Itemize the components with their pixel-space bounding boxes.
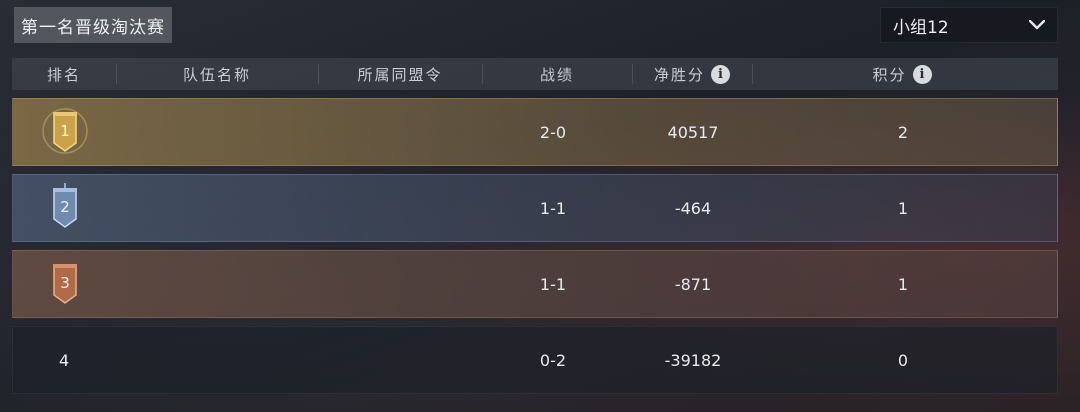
header-team-name-label: 队伍名称	[182, 65, 251, 84]
team-name-cell	[117, 175, 319, 241]
header-alliance-label: 所属同盟令	[357, 65, 443, 84]
header-record-label: 战绩	[539, 65, 574, 84]
table-row[interactable]: 3 1-1 -871 1	[12, 250, 1058, 318]
group-select[interactable]: 小组12	[880, 7, 1058, 43]
net-score-info-icon[interactable]: i	[711, 64, 730, 84]
points-cell: 1	[897, 274, 909, 294]
chevron-down-icon	[1029, 20, 1045, 30]
table-row[interactable]: 2 1-1 -464 1	[12, 174, 1058, 242]
silver-medal-icon: 2	[53, 183, 77, 228]
record-cell: 1-1	[539, 198, 567, 218]
rank-cell: 2	[13, 175, 117, 241]
header-team-name: 队伍名称	[116, 58, 318, 90]
points-cell: 1	[897, 198, 909, 218]
alliance-cell	[319, 175, 483, 241]
rank-cell: 1	[13, 99, 117, 165]
header-points-label: 积分	[872, 65, 907, 84]
alliance-cell	[319, 327, 483, 393]
header-alliance: 所属同盟令	[318, 58, 482, 90]
header-rank-label: 排名	[46, 65, 81, 84]
bronze-medal-icon: 3	[53, 264, 77, 304]
page-title-text: 第一名晋级淘汰赛	[21, 17, 165, 38]
record-cell: 0-2	[539, 350, 567, 370]
record-cell: 1-1	[539, 274, 567, 294]
net-score-cell: 40517	[667, 122, 719, 142]
header-rank: 排名	[12, 58, 116, 90]
rank-number: 3	[60, 274, 70, 292]
points-cell: 0	[897, 350, 909, 370]
record-cell: 2-0	[539, 122, 567, 142]
group-select-value: 小组12	[893, 17, 949, 38]
net-score-cell: -464	[674, 198, 712, 218]
rank-number: 2	[60, 198, 70, 216]
team-name-cell	[117, 251, 319, 317]
rank-cell: 4	[59, 350, 70, 370]
rank-cell: 3	[13, 251, 117, 317]
rank-number: 1	[60, 122, 70, 140]
alliance-cell	[319, 99, 483, 165]
alliance-cell	[319, 251, 483, 317]
points-info-icon[interactable]: i	[912, 64, 932, 84]
gold-medal-icon: 1	[42, 108, 88, 154]
header-net-score: 净胜分 i	[632, 58, 752, 90]
header-points: 积分 i	[752, 58, 1052, 90]
net-score-cell: -39182	[664, 350, 722, 370]
table-header: 排名 队伍名称 所属同盟令 战绩 净胜分 i 积分 i	[12, 58, 1058, 90]
table-row[interactable]: 1 2-0 40517 2	[12, 98, 1058, 166]
table-row[interactable]: 4 0-2 -39182 0	[12, 326, 1058, 394]
header-record: 战绩	[482, 58, 632, 90]
header-net-score-label: 净胜分	[653, 65, 705, 84]
net-score-cell: -871	[674, 274, 712, 294]
page-title: 第一名晋级淘汰赛	[14, 7, 172, 43]
points-cell: 2	[897, 122, 909, 142]
team-name-cell	[117, 99, 319, 165]
team-name-cell	[117, 327, 319, 393]
